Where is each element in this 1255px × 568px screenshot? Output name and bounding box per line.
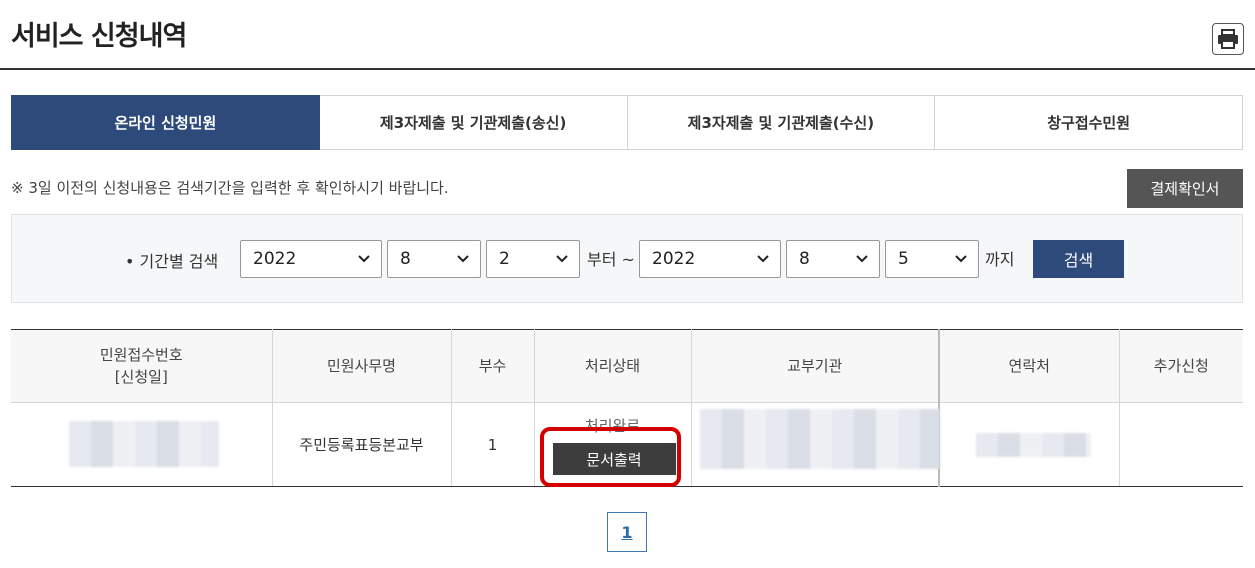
redacted-receipt-number xyxy=(69,421,219,467)
to-day-select[interactable]: 5 xyxy=(885,240,979,278)
from-year-select[interactable]: 2022 xyxy=(240,240,382,278)
from-day-value: 2 xyxy=(499,249,510,269)
service-tabs: 온라인 신청민원 제3자제출 및 기관제출(송신) 제3자제출 및 기관제출(수… xyxy=(11,95,1243,150)
header-service-name: 민원사무명 xyxy=(272,329,452,403)
tab-third-party-sent[interactable]: 제3자제출 및 기관제출(송신) xyxy=(319,95,628,150)
chevron-down-icon xyxy=(556,255,568,263)
to-year-value: 2022 xyxy=(652,249,696,269)
header-contact: 연락처 xyxy=(939,329,1120,403)
to-day-value: 5 xyxy=(898,249,909,269)
from-year-value: 2022 xyxy=(253,249,297,269)
from-day-select[interactable]: 2 xyxy=(486,240,580,278)
search-button[interactable]: 검색 xyxy=(1033,240,1124,278)
to-label: 까지 xyxy=(985,250,1015,269)
pagination-page-1[interactable]: 1 xyxy=(607,512,647,552)
cell-contact xyxy=(939,402,1120,487)
tab-online-application[interactable]: 온라인 신청민원 xyxy=(11,95,320,150)
search-period-label: • 기간별 검색 xyxy=(125,252,219,271)
page-header: 서비스 신청내역 xyxy=(0,0,1255,70)
highlight-frame: 문서출력 xyxy=(539,427,681,487)
cell-service-name: 주민등록표등본교부 xyxy=(272,402,452,487)
to-month-select[interactable]: 8 xyxy=(786,240,880,278)
redacted-contact xyxy=(976,433,1091,457)
from-month-select[interactable]: 8 xyxy=(387,240,481,278)
cell-issuing-agency xyxy=(691,402,940,487)
chevron-down-icon xyxy=(457,255,469,263)
payment-receipt-button[interactable]: 결제확인서 xyxy=(1127,169,1243,208)
header-application-date-label: [신청일] xyxy=(114,368,168,386)
page-title: 서비스 신청내역 xyxy=(11,21,187,52)
cell-receipt-number xyxy=(11,402,273,487)
from-label: 부터 ~ xyxy=(587,250,635,269)
from-month-value: 8 xyxy=(400,249,411,269)
print-button[interactable] xyxy=(1212,23,1244,55)
header-receipt-number: 민원접수번호 [신청일] xyxy=(11,329,273,403)
tab-third-party-received[interactable]: 제3자제출 및 기관제출(수신) xyxy=(627,95,936,150)
to-month-value: 8 xyxy=(799,249,810,269)
header-status: 처리상태 xyxy=(534,329,692,403)
tab-counter-application[interactable]: 창구접수민원 xyxy=(935,95,1243,150)
print-document-button[interactable]: 문서출력 xyxy=(552,443,676,475)
printer-icon xyxy=(1218,29,1238,49)
header-receipt-number-label: 민원접수번호 xyxy=(99,346,183,364)
application-table: 민원접수번호 [신청일] 민원사무명 부수 처리상태 교부기관 연락처 추가신청… xyxy=(11,329,1243,487)
chevron-down-icon xyxy=(856,255,868,263)
header-copies: 부수 xyxy=(451,329,535,403)
chevron-down-icon xyxy=(757,255,769,263)
table-row: 주민등록표등본교부 1 처리완료 문서출력 xyxy=(11,402,1243,487)
header-additional-request: 추가신청 xyxy=(1119,329,1243,403)
search-notice: ※ 3일 이전의 신청내용은 검색기간을 입력한 후 확인하시기 바랍니다. xyxy=(11,179,449,197)
chevron-down-icon xyxy=(955,255,967,263)
to-year-select[interactable]: 2022 xyxy=(639,240,781,278)
cell-status: 처리완료 문서출력 xyxy=(534,402,692,487)
redacted-issuing-agency xyxy=(699,409,940,469)
chevron-down-icon xyxy=(358,255,370,263)
header-issuing-agency: 교부기관 xyxy=(691,329,940,403)
cell-additional-request xyxy=(1119,402,1243,487)
search-panel: • 기간별 검색 2022 8 2 부터 ~ 2022 8 5 까지 검색 xyxy=(11,214,1243,303)
cell-copies: 1 xyxy=(451,402,535,487)
